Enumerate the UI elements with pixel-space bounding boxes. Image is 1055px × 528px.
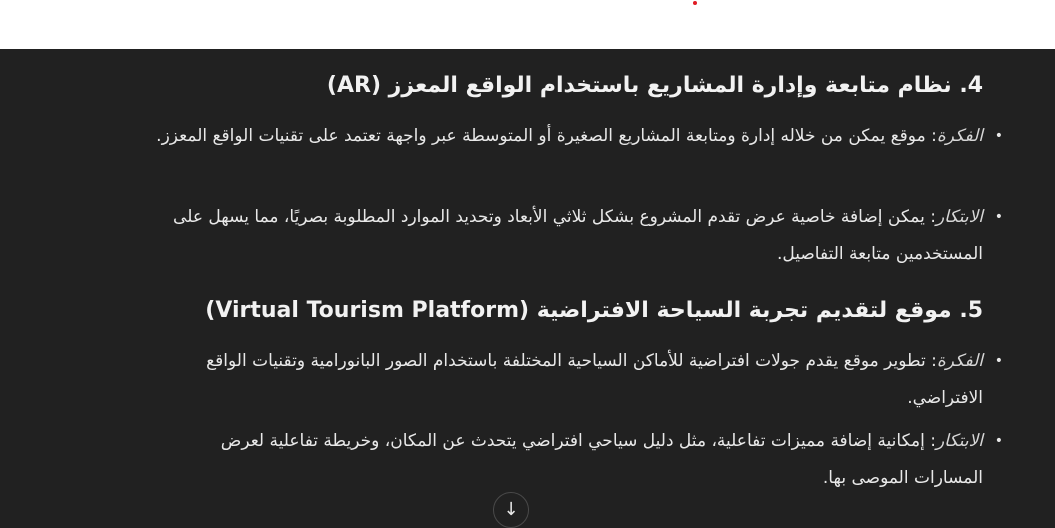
innovation-text: : يمكن إضافة خاصية عرض تقدم المشروع بشكل… [173,207,983,264]
section-5-heading: 5. موقع لتقديم تجربة السياحة الافتراضية … [205,298,983,323]
idea-term: الفكرة [936,351,983,371]
scroll-to-bottom-button[interactable]: ↓ [493,492,529,528]
bullet-icon: • [994,353,1003,369]
red-indicator-dot [693,1,697,5]
top-bar [0,0,1055,49]
bullet-icon: • [994,209,1003,225]
arrow-down-icon: ↓ [503,499,519,520]
section-5-innovation-item: • الابتكار: إمكانية إضافة مميزات تفاعلية… [147,423,1003,497]
chat-response-content: 4. نظام متابعة وإدارة المشاريع باستخدام … [0,49,1055,525]
idea-text: : تطوير موقع يقدم جولات افتراضية للأماكن… [206,351,983,408]
innovation-term: الابتكار [935,431,983,451]
section-4-heading: 4. نظام متابعة وإدارة المشاريع باستخدام … [326,73,983,98]
bullet-icon: • [994,128,1003,144]
innovation-term: الابتكار [935,207,983,227]
section-4-idea-item: • الفكرة: موقع يمكن من خلاله إدارة ومتاب… [147,118,1003,155]
bullet-icon: • [994,433,1003,449]
idea-text: : موقع يمكن من خلاله إدارة ومتابعة المشا… [156,126,937,146]
idea-term: الفكرة [936,126,983,146]
section-4-innovation-item: • الابتكار: يمكن إضافة خاصية عرض تقدم ال… [147,199,1003,273]
innovation-text: : إمكانية إضافة مميزات تفاعلية، مثل دليل… [220,431,983,488]
section-5-idea-item: • الفكرة: تطوير موقع يقدم جولات افتراضية… [147,343,1003,417]
